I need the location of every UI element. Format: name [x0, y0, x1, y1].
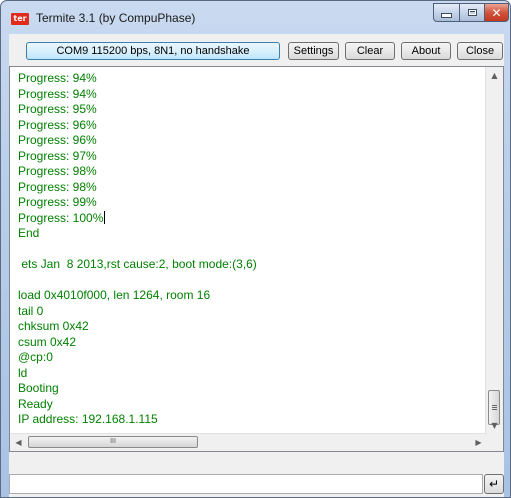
output-line: ets Jan 8 2013,rst cause:2, boot mode:(3…: [18, 257, 257, 271]
port-settings-button[interactable]: COM9 115200 bps, 8N1, no handshake: [26, 42, 280, 60]
horizontal-scroll-thumb[interactable]: III: [28, 436, 198, 448]
horizontal-scrollbar[interactable]: ◀ III ▶: [10, 433, 487, 451]
termite-window: ter Termite 3.1 (by CompuPhase) ✕ COM9 1…: [0, 0, 511, 498]
output-line: chksum 0x42: [18, 319, 89, 333]
output-line: Progress: 98%: [18, 164, 97, 178]
input-bar: ↵: [9, 452, 504, 497]
close-icon: ✕: [491, 5, 502, 20]
output-line: Progress: 96%: [18, 133, 97, 147]
text-cursor: [104, 210, 106, 224]
thumb-grip-line: [492, 405, 497, 406]
output-line: Ready: [18, 396, 53, 411]
termite-app-icon: ter: [11, 13, 29, 25]
enter-icon: ↵: [488, 477, 500, 491]
minimize-icon: [441, 13, 452, 18]
title-bar[interactable]: ter Termite 3.1 (by CompuPhase) ✕: [1, 1, 510, 35]
minimize-button[interactable]: [433, 3, 460, 22]
output-line: tail 0: [18, 303, 44, 318]
maximize-icon: [467, 9, 477, 16]
thumb-grip-line: [492, 409, 497, 410]
output-line: Booting: [18, 381, 59, 395]
terminal-output[interactable]: Progress: 94% Progress: 94% Progress: 95% P…: [9, 66, 504, 452]
output-line: Progress: 94%: [18, 71, 97, 85]
send-button[interactable]: ↵: [484, 474, 504, 494]
window-title: Termite 3.1 (by CompuPhase): [36, 11, 196, 25]
terminal-output-text: Progress: 94% Progress: 94% Progress: 95% P…: [18, 71, 488, 428]
scrollbar-corner: [486, 434, 503, 451]
scroll-down-arrow-icon[interactable]: ▼: [486, 417, 503, 434]
thumb-grip-line: [492, 407, 497, 408]
scroll-up-arrow-icon[interactable]: ▲: [486, 67, 503, 84]
close-window-button[interactable]: ✕: [484, 3, 509, 22]
maximize-button[interactable]: [459, 3, 485, 22]
output-line: IP address: 192.168.1.115: [18, 412, 158, 426]
output-line: Progress: 100%: [18, 210, 106, 225]
output-line: load 0x4010f000, len 1264, room 16: [18, 288, 211, 302]
output-line: ld: [18, 365, 28, 380]
output-line: Progress: 99%: [18, 195, 97, 209]
toolbar: COM9 115200 bps, 8N1, no handshake Setti…: [9, 34, 504, 66]
about-button[interactable]: About: [401, 42, 451, 60]
settings-button[interactable]: Settings: [288, 42, 339, 60]
output-line: csum 0x42: [18, 334, 77, 349]
scroll-left-arrow-icon[interactable]: ◀: [10, 434, 27, 451]
output-line: Progress: 94%: [18, 86, 97, 101]
vertical-scrollbar[interactable]: ▲ ▼: [485, 67, 503, 434]
command-input[interactable]: [9, 474, 483, 494]
output-line: Progress: 95%: [18, 102, 97, 116]
close-button[interactable]: Close: [457, 42, 503, 60]
output-line: Progress: 98%: [18, 179, 97, 194]
output-line: @cp:0: [18, 350, 53, 364]
output-line: End: [18, 226, 40, 240]
clear-button[interactable]: Clear: [345, 42, 395, 60]
output-line: Progress: 97%: [18, 148, 97, 163]
output-line: Progress: 96%: [18, 117, 97, 132]
scroll-right-arrow-icon[interactable]: ▶: [470, 434, 487, 451]
